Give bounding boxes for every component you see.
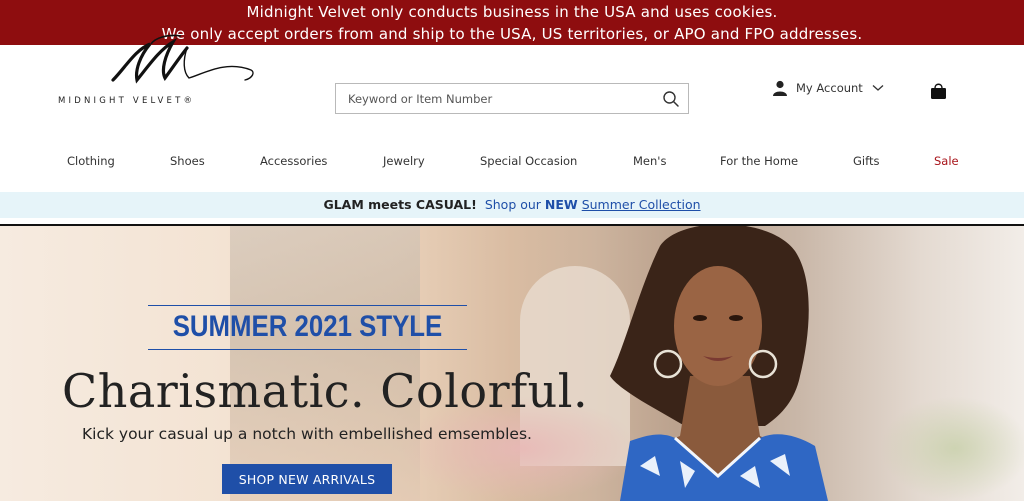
main-navigation: Clothing Shoes Accessories Jewelry Speci… — [0, 150, 1024, 174]
hero-subtext: Kick your casual up a notch with embelli… — [82, 425, 532, 443]
promo-summer-collection-link[interactable]: Summer Collection — [582, 197, 701, 212]
my-account-label: My Account — [796, 81, 863, 95]
nav-item-special-occasion[interactable]: Special Occasion — [480, 154, 577, 168]
hero-season-tag: SUMMER 2021 STYLE — [172, 310, 443, 343]
search-icon[interactable] — [662, 90, 680, 108]
logo-monogram-icon — [111, 34, 254, 84]
promo-headline: GLAM meets CASUAL! — [323, 197, 477, 212]
hero-headline: Charismatic. Colorful. — [62, 364, 589, 418]
logo-wordmark: MIDNIGHT VELVET® — [58, 96, 196, 106]
tagline-top-rule — [148, 305, 467, 306]
nav-item-gifts[interactable]: Gifts — [853, 154, 879, 168]
promo-shop-text: Shop our — [484, 197, 541, 212]
nav-item-clothing[interactable]: Clothing — [67, 154, 115, 168]
nav-item-sale[interactable]: Sale — [934, 154, 959, 168]
chevron-down-icon — [872, 85, 884, 91]
hero-background-foliage — [880, 396, 1024, 501]
nav-item-for-the-home[interactable]: For the Home — [720, 154, 798, 168]
promo-new-text: NEW — [544, 197, 578, 212]
search-box[interactable] — [335, 83, 689, 114]
midnight-velvet-logo[interactable]: MIDNIGHT VELVET® — [55, 30, 260, 106]
nav-item-accessories[interactable]: Accessories — [260, 154, 327, 168]
hero-banner[interactable]: SUMMER 2021 STYLE Charismatic. Colorful.… — [0, 226, 1024, 501]
search-input[interactable] — [348, 89, 648, 109]
promo-bar: GLAM meets CASUAL! Shop our NEW Summer C… — [0, 192, 1024, 218]
nav-item-jewelry[interactable]: Jewelry — [383, 154, 425, 168]
person-icon — [773, 80, 787, 96]
tagline-bottom-rule — [148, 349, 467, 350]
nav-item-mens[interactable]: Men's — [633, 154, 666, 168]
nav-item-shoes[interactable]: Shoes — [170, 154, 205, 168]
shopping-bag-icon[interactable] — [930, 82, 947, 100]
my-account-menu[interactable]: My Account — [772, 78, 884, 98]
hero-model-image — [610, 226, 828, 501]
notice-line-1: Midnight Velvet only conducts business i… — [246, 3, 778, 21]
shop-new-arrivals-button[interactable]: SHOP NEW ARRIVALS — [222, 464, 392, 494]
